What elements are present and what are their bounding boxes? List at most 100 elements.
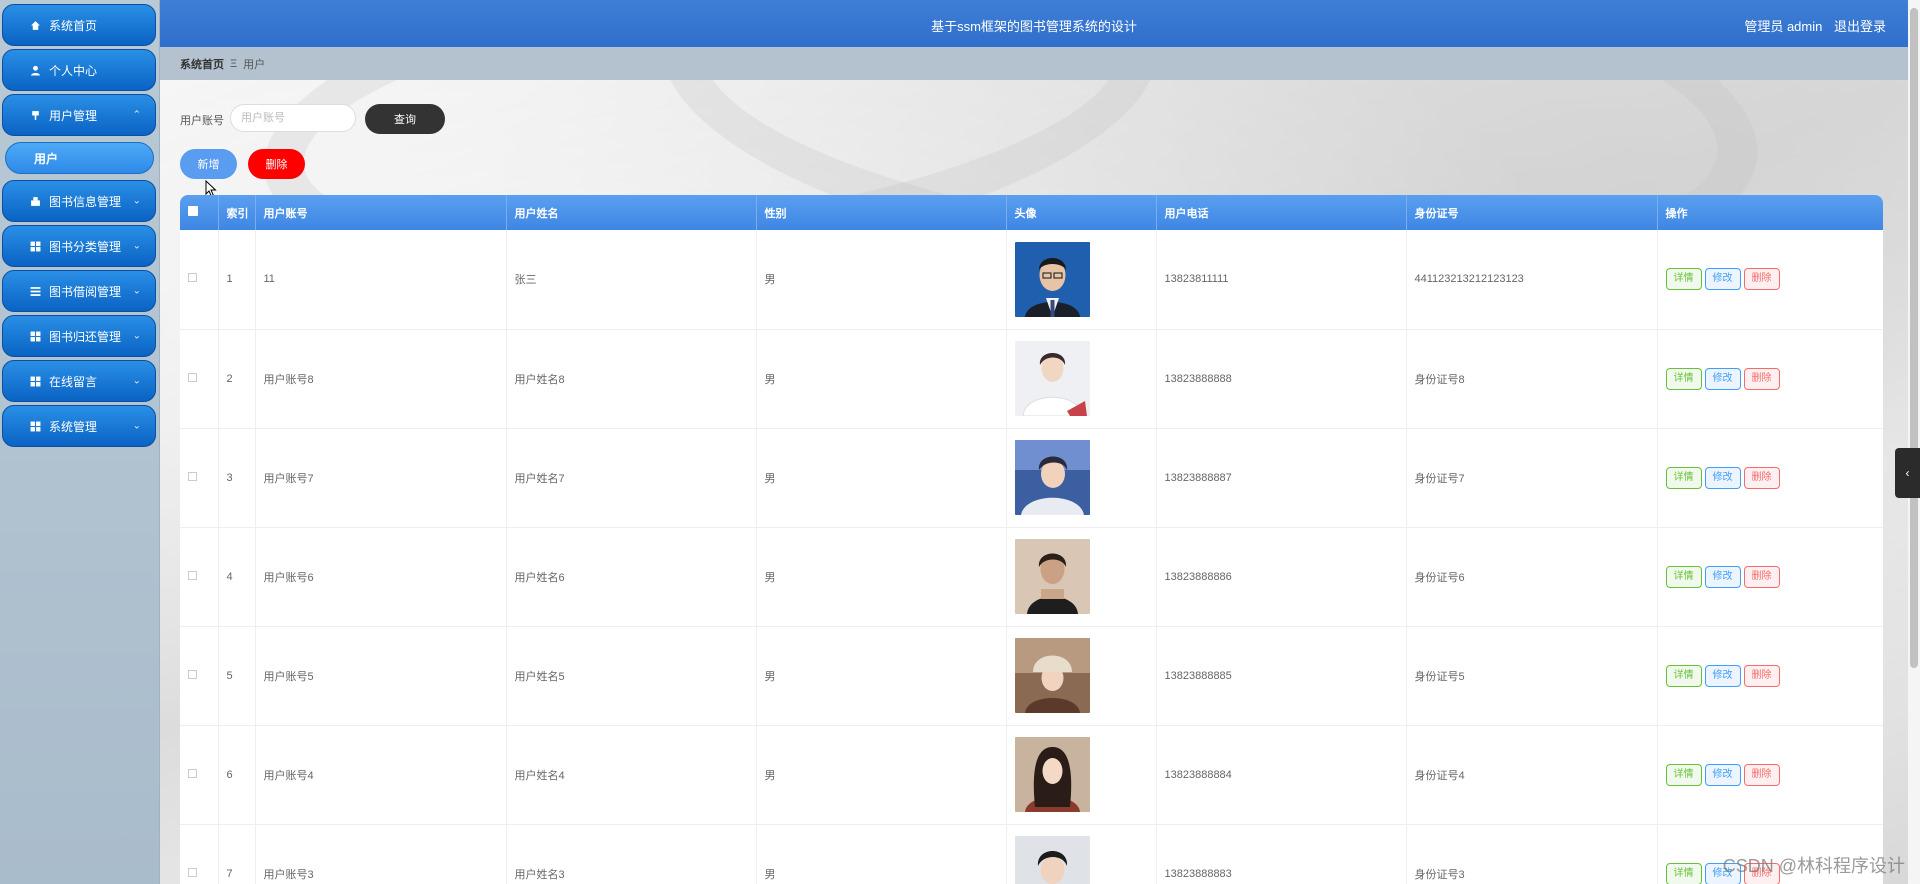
delete-button[interactable]: 删除: [1743, 763, 1780, 786]
detail-button[interactable]: 详情: [1665, 367, 1702, 390]
column-header: 索引: [218, 195, 256, 230]
edit-button[interactable]: 修改: [1704, 367, 1741, 390]
avatar[interactable]: [1014, 539, 1090, 614]
edit-button[interactable]: 修改: [1704, 664, 1741, 687]
cell-phone: 13823888887: [1156, 428, 1407, 527]
table-header-row: 索引 用户账号 用户姓名 性别 头像 用户电话 身份证号 操作: [180, 195, 1883, 230]
detail-button[interactable]: 详情: [1665, 268, 1702, 291]
cell-gender: 男: [756, 428, 1007, 527]
cell-index: 4: [218, 527, 256, 626]
cell-actions: 详情 修改 删除: [1657, 527, 1883, 626]
sidebar-item-book-return[interactable]: 图书归还管理 ⌄: [2, 315, 156, 357]
search-input[interactable]: [230, 104, 356, 132]
row-checkbox[interactable]: [188, 273, 197, 283]
column-header: 性别: [756, 195, 1007, 230]
breadcrumb: 系统首页 Ξ 用户: [160, 47, 1908, 80]
delete-button[interactable]: 删除: [1743, 466, 1780, 489]
detail-button[interactable]: 详情: [1665, 664, 1702, 687]
cell-actions: 详情 修改 删除: [1657, 626, 1883, 725]
detail-button[interactable]: 详情: [1665, 763, 1702, 786]
cell-name: 张三: [506, 230, 757, 329]
sidebar-item-system[interactable]: 系统管理 ⌄: [2, 405, 156, 447]
cell-phone: 13823811111: [1156, 230, 1407, 329]
detail-button[interactable]: 详情: [1665, 565, 1702, 588]
edit-button[interactable]: 修改: [1704, 466, 1741, 489]
cell-name: 用户姓名7: [506, 428, 757, 527]
grid-icon: [29, 375, 41, 387]
sidebar-subitem-users[interactable]: 用户: [5, 142, 154, 174]
book-icon: [29, 195, 41, 207]
sidebar-item-user-management[interactable]: 用户管理 ⌃: [2, 94, 156, 136]
collapse-panel-button[interactable]: ‹: [1895, 448, 1920, 498]
sidebar-item-book-info[interactable]: 图书信息管理 ⌄: [2, 180, 156, 222]
cell-actions: 详情 修改 删除: [1657, 428, 1883, 527]
sidebar-item-label: 系统管理: [49, 419, 98, 434]
chevron-down-icon: ⌄: [132, 420, 141, 432]
sidebar-item-profile[interactable]: 个人中心: [2, 49, 156, 91]
delete-button[interactable]: 删除: [1743, 664, 1780, 687]
edit-button[interactable]: 修改: [1704, 565, 1741, 588]
column-header: 用户姓名: [506, 195, 757, 230]
avatar[interactable]: [1014, 638, 1090, 713]
edit-button[interactable]: 修改: [1704, 268, 1741, 291]
sidebar-item-label: 个人中心: [49, 63, 98, 78]
row-checkbox[interactable]: [188, 867, 197, 877]
avatar[interactable]: [1014, 440, 1090, 515]
sidebar-item-label: 在线留言: [49, 374, 98, 389]
cell-account: 用户账号8: [255, 329, 507, 428]
cell-gender: 男: [756, 626, 1007, 725]
breadcrumb-home[interactable]: 系统首页: [180, 56, 224, 72]
cell-index: 7: [218, 824, 256, 884]
delete-button[interactable]: 删除: [1743, 367, 1780, 390]
table-row: 4 用户账号6 用户姓名6 男 13823888886 身份证号6 详情 修改 …: [180, 527, 1883, 626]
cell-gender: 男: [756, 824, 1007, 884]
query-button[interactable]: 查询: [365, 104, 445, 134]
add-button[interactable]: 新增: [180, 149, 237, 179]
detail-button[interactable]: 详情: [1665, 466, 1702, 489]
header-user-area: 管理员 admin 退出登录: [1736, 16, 1886, 35]
table-row: 2 用户账号8 用户姓名8 男 13823888888 身份证号8 详情 修改 …: [180, 329, 1883, 428]
cell-account: 用户账号4: [255, 725, 507, 824]
user-icon: [29, 64, 41, 76]
table-row: 7 用户账号3 用户姓名3 男 13823888883 身份证号3 详情 修改 删除: [180, 824, 1883, 884]
scrollbar-thumb[interactable]: [1910, 8, 1918, 668]
sidebar-item-home[interactable]: 系统首页: [2, 4, 156, 46]
select-all-cell[interactable]: [180, 195, 219, 230]
row-checkbox[interactable]: [188, 669, 197, 679]
page-scrollbar[interactable]: [1908, 0, 1920, 884]
cell-name: 用户姓名5: [506, 626, 757, 725]
avatar[interactable]: [1014, 341, 1090, 416]
sidebar-item-book-category[interactable]: 图书分类管理 ⌄: [2, 225, 156, 267]
delete-button[interactable]: 删除: [1743, 565, 1780, 588]
delete-button[interactable]: 删除: [1743, 268, 1780, 291]
chevron-down-icon: ⌄: [132, 195, 141, 207]
grid-icon: [29, 330, 41, 342]
cell-id-card: 身份证号7: [1406, 428, 1658, 527]
batch-delete-button[interactable]: 删除: [248, 149, 305, 179]
avatar[interactable]: [1014, 737, 1090, 812]
cell-phone: 13823888884: [1156, 725, 1407, 824]
sidebar-item-messages[interactable]: 在线留言 ⌄: [2, 360, 156, 402]
column-header: 操作: [1665, 207, 1688, 220]
pin-icon: [29, 109, 41, 121]
select-all-checkbox[interactable]: [188, 206, 198, 216]
cell-id-card: 身份证号8: [1406, 329, 1658, 428]
cell-gender: 男: [756, 527, 1007, 626]
column-header: 用户电话: [1156, 195, 1407, 230]
sidebar-item-book-borrow[interactable]: 图书借阅管理 ⌄: [2, 270, 156, 312]
avatar[interactable]: [1014, 836, 1090, 884]
chevron-down-icon: ⌄: [132, 330, 141, 342]
row-checkbox[interactable]: [188, 372, 197, 382]
sidebar: 系统首页 个人中心 用户管理 ⌃ 用户 图书信息管理 ⌄ 图书分类管理 ⌄ 图书…: [0, 0, 160, 884]
logout-link[interactable]: 退出登录: [1834, 19, 1886, 34]
row-checkbox[interactable]: [188, 471, 197, 481]
row-checkbox[interactable]: [188, 570, 197, 580]
detail-button[interactable]: 详情: [1665, 862, 1702, 884]
row-checkbox[interactable]: [188, 768, 197, 778]
cell-index: 1: [218, 230, 256, 329]
avatar[interactable]: [1014, 241, 1090, 317]
sidebar-item-label: 系统首页: [49, 18, 98, 33]
edit-button[interactable]: 修改: [1704, 763, 1741, 786]
app-title: 基于ssm框架的图书管理系统的设计: [931, 19, 1137, 34]
sidebar-item-label: 图书信息管理: [49, 194, 122, 209]
